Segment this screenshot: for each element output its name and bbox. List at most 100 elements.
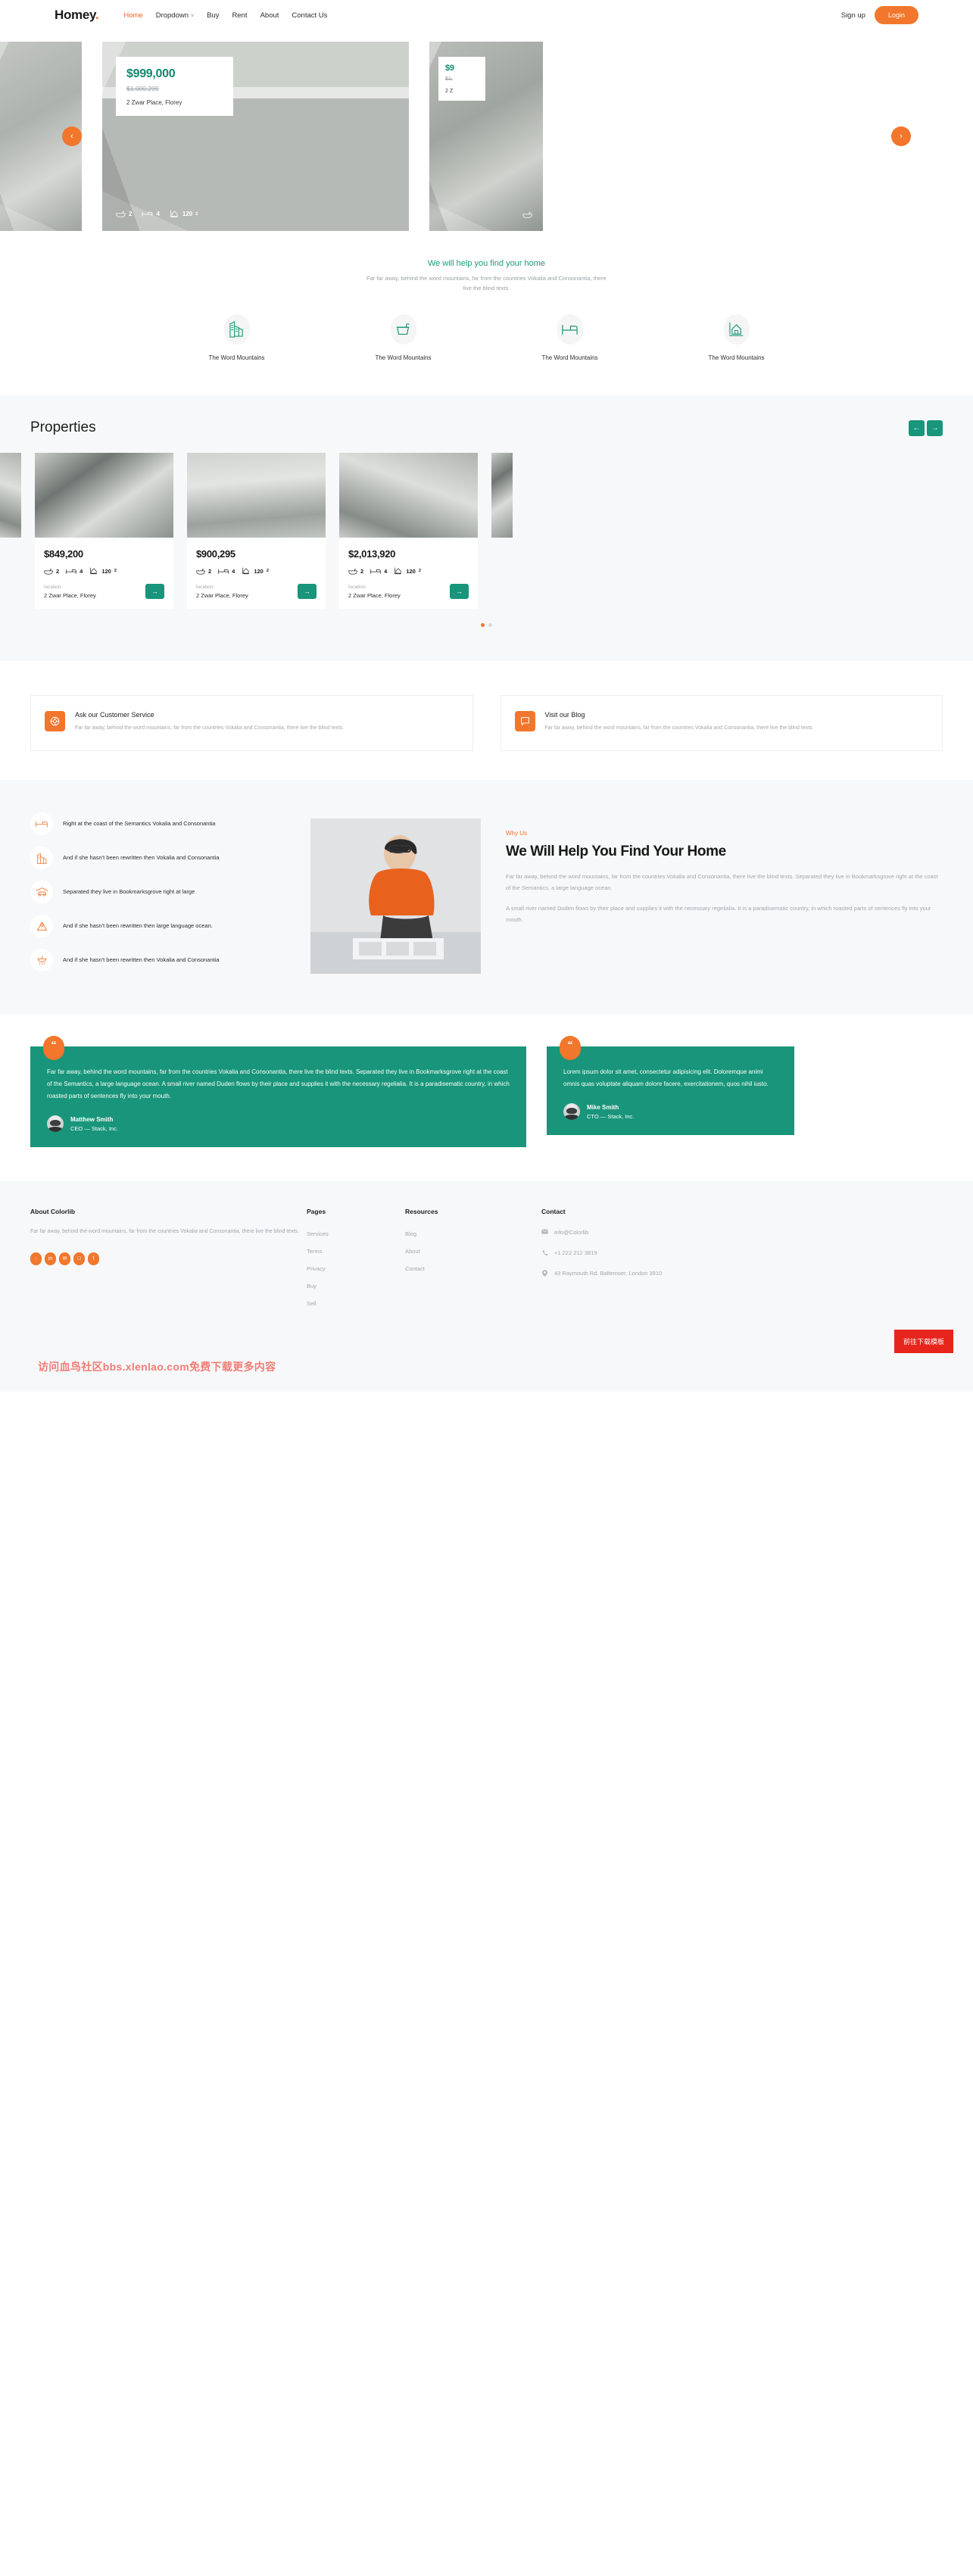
contact-email[interactable]: info@Colorlib: [554, 1229, 588, 1236]
cta-text: Far far away, behind the word mountains,…: [544, 725, 814, 731]
hero-slide-next[interactable]: $9 $1, 2 Z: [429, 42, 543, 231]
why-icon-wrap: [30, 915, 53, 938]
testimonial-card: “ Lorem ipsum dolor sit amet, consectetu…: [547, 1036, 794, 1136]
bath-value: 2: [56, 567, 60, 575]
property-card[interactable]: $2,013,920 2 4 120 2 location: 2 Zwar Pl…: [339, 453, 478, 610]
hero-price-card: $999,000 $1,000,299 2 Zwar Place, Florey: [116, 57, 233, 116]
footer-resources-column: Resources Blog About Contact: [405, 1208, 541, 1307]
house-area-icon: [90, 567, 98, 575]
property-details-button[interactable]: →: [298, 584, 317, 600]
feature-item-3[interactable]: The Word Mountains: [487, 314, 653, 361]
signup-link[interactable]: Sign up: [841, 11, 865, 20]
phone-glyph: [542, 1250, 548, 1256]
why-icon-wrap: [30, 881, 53, 904]
area-value: 120: [101, 567, 111, 575]
bed-count: 4: [218, 568, 235, 575]
property-image: [491, 453, 513, 538]
bath-count: 2: [44, 568, 59, 575]
avatar: [563, 1103, 580, 1121]
footer-link-blog[interactable]: Blog: [405, 1230, 541, 1237]
site-logo[interactable]: Homey.: [55, 8, 99, 23]
why-item[interactable]: Separated they live in Bookmarksgrove ri…: [30, 881, 310, 904]
nav-item-about[interactable]: About: [260, 11, 279, 20]
properties-title: Properties: [30, 419, 96, 436]
cta-title: Visit our Blog: [544, 711, 585, 719]
properties-prev-button[interactable]: ←: [909, 419, 925, 436]
contact-phone[interactable]: +1 222 212 3819: [554, 1249, 597, 1256]
bathtub-icon: [348, 569, 357, 575]
why-item[interactable]: And if she hasn't been rewritten then Vo…: [30, 847, 310, 870]
property-footer: location: 2 Zwar Place, Florey →: [348, 584, 469, 600]
why-item[interactable]: And if she hasn't been rewritten then la…: [30, 915, 310, 938]
property-details-button[interactable]: →: [450, 584, 469, 600]
property-card-partial-right[interactable]: [491, 453, 513, 609]
house-area-icon: [242, 567, 250, 575]
nav-item-home[interactable]: Home: [123, 11, 142, 20]
nav-dropdown-label: Dropdown: [155, 11, 189, 20]
feature-item-1[interactable]: The Word Mountains: [154, 314, 320, 361]
hero-slide-active[interactable]: $999,000 $1,000,299 2 Zwar Place, Florey…: [102, 42, 409, 231]
bed-icon: [66, 569, 76, 574]
footer-link-about[interactable]: About: [405, 1248, 541, 1255]
instagram-icon[interactable]: □: [73, 1252, 85, 1265]
location-value: 2 Zwar Place, Florey: [196, 592, 248, 600]
properties-section: Properties ← → $849,200 2 4 120 2 locati…: [0, 395, 973, 662]
footer-link-contact[interactable]: Contact: [405, 1265, 541, 1272]
download-template-button[interactable]: 前往下载模板: [893, 1330, 953, 1354]
author-info: Mike Smith CTO — Stack, Inc.: [587, 1104, 634, 1120]
properties-next-button[interactable]: →: [927, 419, 943, 436]
buildings-icon: [229, 321, 243, 338]
feature-item-2[interactable]: The Word Mountains: [320, 314, 487, 361]
hero-next-old-price: $1,: [445, 76, 453, 82]
cta-title: Ask our Customer Service: [75, 711, 154, 719]
bathtub-icon: [522, 212, 532, 218]
nav-item-contact-us[interactable]: Contact Us: [292, 11, 327, 20]
nav-item-rent[interactable]: Rent: [232, 11, 248, 20]
area-superscript: 2: [195, 211, 198, 217]
feature-label: The Word Mountains: [541, 354, 598, 362]
pagination-dot-2[interactable]: [488, 623, 492, 628]
chat-icon: [520, 717, 529, 726]
twitter-icon[interactable]: ✉: [59, 1252, 70, 1265]
footer-link-services[interactable]: Services: [307, 1230, 405, 1237]
property-details-button[interactable]: →: [145, 584, 164, 600]
feature-icon-wrap: [557, 314, 583, 345]
footer-link-buy[interactable]: Buy: [307, 1283, 405, 1290]
intro-text: Far far away, behind the word mountains,…: [366, 275, 607, 292]
cta-blog[interactable]: Visit our Blog Far far away, behind the …: [500, 695, 943, 752]
feature-item-4[interactable]: The Word Mountains: [653, 314, 820, 361]
cta-customer-service[interactable]: Ask our Customer Service Far far away, b…: [30, 695, 473, 752]
nav-item-dropdown[interactable]: Dropdown ˅: [156, 11, 194, 20]
bath-value: 2: [360, 567, 364, 575]
area-size: 120 2: [170, 210, 198, 218]
author-name: Mike Smith: [587, 1103, 619, 1111]
why-us-heading: We Will Help You Find Your Home: [506, 844, 726, 860]
property-card-partial-left[interactable]: [0, 453, 21, 609]
footer-link-sell[interactable]: Sell: [307, 1300, 405, 1307]
why-icon-wrap: [30, 812, 53, 836]
facebook-icon[interactable]: f: [88, 1252, 99, 1265]
property-card[interactable]: $900,295 2 4 120 2 location: 2 Zwar Plac…: [187, 453, 326, 610]
chevron-down-icon: ˅: [191, 13, 195, 19]
area-superscript: 2: [266, 569, 269, 574]
why-item[interactable]: And if she hasn't been rewritten then Vo…: [30, 949, 310, 972]
why-item[interactable]: Right at the coast of the Semantics Voka…: [30, 812, 310, 836]
footer-link-privacy[interactable]: Privacy: [307, 1265, 405, 1272]
dribbble-icon[interactable]: ◌: [30, 1252, 42, 1265]
nav-item-buy[interactable]: Buy: [207, 11, 219, 20]
hero-prev-button[interactable]: ‹: [62, 126, 82, 146]
area-size: 120 2: [89, 567, 117, 575]
main-nav: Home Dropdown ˅ Buy Rent About Contact Us: [123, 11, 327, 20]
footer-link-terms[interactable]: Terms: [307, 1248, 405, 1255]
hero-next-address: 2 Z: [445, 89, 454, 94]
logo-text: Homey: [55, 8, 95, 22]
property-body: $2,013,920 2 4 120 2 location: 2 Zwar Pl…: [339, 538, 478, 610]
pagination-dot-1[interactable]: [481, 623, 485, 628]
footer-columns: About Colorlib Far far away, behind the …: [30, 1208, 943, 1307]
location-value: 2 Zwar Place, Florey: [44, 592, 96, 600]
linkedin-icon[interactable]: in: [45, 1252, 56, 1265]
hero-next-button[interactable]: ›: [891, 126, 911, 146]
property-card[interactable]: $849,200 2 4 120 2 location: 2 Zwar Plac…: [35, 453, 173, 610]
garage-car-icon: [36, 887, 48, 897]
login-button[interactable]: Login: [874, 6, 918, 24]
